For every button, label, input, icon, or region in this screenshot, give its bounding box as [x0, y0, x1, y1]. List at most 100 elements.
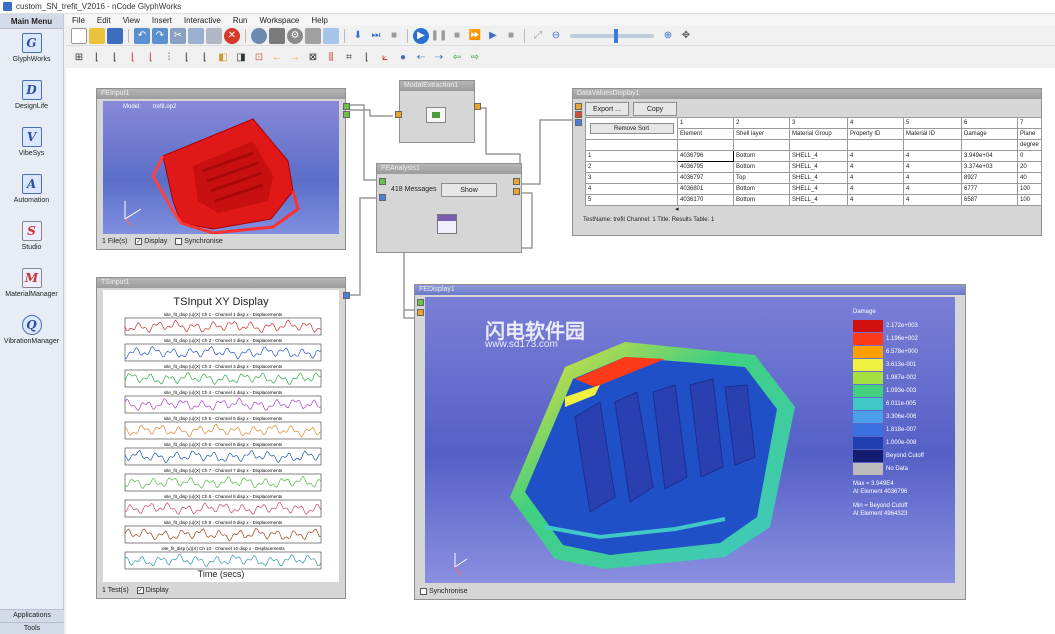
table-cell[interactable]: SHELL_4 — [789, 161, 848, 173]
row-index[interactable]: 2 — [585, 161, 678, 173]
table-cell[interactable]: 4 — [903, 161, 962, 173]
legend-swatch — [853, 410, 883, 423]
table-row[interactable]: 3 4036797 Top SHELL_4 4 4 8927 40 — [585, 172, 1042, 184]
table-cell[interactable]: 4 — [847, 161, 904, 173]
table-cell[interactable]: 100 — [1017, 183, 1042, 195]
xy-multi-trace-chart[interactable]: site_fit_disp (u)(X) Ch 1 - Channel 1 di… — [103, 308, 339, 570]
output-port-orange[interactable] — [474, 103, 481, 110]
column-header[interactable]: Material ID — [903, 128, 962, 140]
table-cell[interactable]: 4 — [847, 172, 904, 184]
table-cell[interactable]: 4 — [903, 172, 962, 184]
column-header[interactable]: Element — [677, 128, 734, 140]
row-index[interactable]: 4 — [585, 183, 678, 195]
synchronise-checkbox[interactable]: Synchronise — [420, 588, 468, 595]
table-cell[interactable]: SHELL_4 — [789, 172, 848, 184]
column-header[interactable]: Damage — [961, 128, 1018, 140]
table-cell[interactable]: Bottom — [733, 161, 790, 173]
display-checkbox[interactable]: ✓ Display — [136, 587, 169, 594]
table-row[interactable]: 4 4036801 Bottom SHELL_4 4 4 6777 100 — [585, 183, 1042, 195]
fe-model-viewport[interactable]: Model: trefit.op2 — [103, 101, 339, 234]
row-index[interactable]: 5 — [585, 194, 678, 206]
input-port-red[interactable] — [575, 111, 582, 118]
axis-z — [454, 566, 462, 576]
legend-entry: 2.172e+003 — [853, 319, 924, 332]
input-port-blue[interactable] — [379, 194, 386, 201]
unit-cell — [789, 139, 848, 151]
output-port-orange[interactable] — [513, 178, 520, 185]
legend-swatch — [853, 423, 883, 436]
checkbox-box[interactable]: ✓ — [135, 238, 143, 245]
input-port-blue[interactable] — [575, 119, 582, 126]
table-cell[interactable]: 4036795 — [677, 161, 734, 173]
legend-swatch — [853, 384, 883, 397]
table-cell[interactable]: 6777 — [961, 183, 1018, 195]
modal-extraction-window[interactable]: ModalExtraction1 — [395, 80, 481, 143]
fe-damage-viewport[interactable]: 闪电软件园 www.sd173.com Damage 2.172e+003 1.1… — [425, 297, 955, 583]
input-port-orange[interactable] — [575, 103, 582, 110]
export-button[interactable]: Export ... — [585, 102, 629, 116]
axis-z — [124, 218, 134, 228]
table-cell[interactable]: 4036796 — [677, 150, 734, 162]
table-cell[interactable]: Bottom — [733, 194, 790, 206]
window-title: TSInput1 — [97, 278, 345, 288]
table-cell[interactable]: Bottom — [733, 183, 790, 195]
table-cell[interactable]: 3.374e+03 — [961, 161, 1018, 173]
table-cell[interactable]: 4036797 — [677, 172, 734, 184]
table-cell[interactable]: 0 — [1017, 150, 1042, 162]
table-cell[interactable]: 8927 — [961, 172, 1018, 184]
synchronise-checkbox[interactable]: Synchronise — [175, 238, 223, 245]
legend-entry: 3.613e-001 — [853, 358, 924, 371]
checkbox-box[interactable] — [175, 238, 183, 245]
table-cell[interactable]: 4 — [847, 150, 904, 162]
table-cell[interactable]: 4 — [847, 183, 904, 195]
show-messages-button[interactable]: Show — [441, 183, 497, 197]
output-port-blue[interactable] — [343, 292, 350, 299]
row-index[interactable]: 1 — [585, 150, 678, 162]
unit-cell — [961, 139, 1018, 151]
fe-display-window[interactable]: FEDisplay1 闪电软件园 www.sd173.com Damage 2.… — [414, 284, 966, 600]
table-cell[interactable]: 100 — [1017, 194, 1042, 206]
ts-input-window[interactable]: TSInput1 TSInput XY Display site_fit_dis… — [96, 277, 350, 599]
xy-display-panel[interactable]: TSInput XY Display site_fit_disp (u)(X) … — [103, 290, 339, 582]
fe-analysis-window[interactable]: FEAnalysis1 418 Messages Show — [376, 163, 522, 253]
table-cell[interactable]: SHELL_4 — [789, 150, 848, 162]
fe-input-window[interactable]: FEInput1 Model: trefit.op2 1 File(s) ✓ Di… — [96, 88, 350, 250]
table-cell[interactable]: 40 — [1017, 172, 1042, 184]
output-port-green[interactable] — [343, 103, 350, 110]
column-header[interactable]: Shell layer — [733, 128, 790, 140]
input-port-orange[interactable] — [417, 309, 424, 316]
unit-cell — [733, 139, 790, 151]
table-cell[interactable]: 4036801 — [677, 183, 734, 195]
table-cell[interactable]: 4 — [847, 194, 904, 206]
output-port-green[interactable] — [343, 111, 350, 118]
checkbox-box[interactable]: ✓ — [136, 587, 144, 594]
column-header[interactable]: Material Group — [789, 128, 848, 140]
table-cell[interactable]: SHELL_4 — [789, 194, 848, 206]
input-port-green[interactable] — [379, 178, 386, 185]
input-port-green[interactable] — [417, 299, 424, 306]
table-cell[interactable]: 20 — [1017, 161, 1042, 173]
table-row[interactable]: 1 4036796 Bottom SHELL_4 4 4 3.949e+04 0 — [585, 150, 1042, 162]
table-cell[interactable]: 4 — [903, 150, 962, 162]
table-cell[interactable]: 4 — [903, 183, 962, 195]
table-cell[interactable]: SHELL_4 — [789, 183, 848, 195]
table-cell[interactable]: 6587 — [961, 194, 1018, 206]
column-header[interactable]: Plane — [1017, 128, 1042, 140]
display-checkbox[interactable]: ✓ Display — [135, 238, 167, 245]
remove-sort-button[interactable]: Remove Sort — [589, 123, 674, 134]
table-cell[interactable]: 3.949e+04 — [961, 150, 1018, 162]
checkbox-box[interactable] — [420, 588, 427, 595]
column-header[interactable]: Property ID — [847, 128, 904, 140]
table-cell[interactable]: 4 — [903, 194, 962, 206]
table-cell[interactable]: 4036170 — [677, 194, 734, 206]
input-port-orange[interactable] — [395, 111, 402, 118]
table-cell[interactable]: Bottom — [733, 150, 790, 162]
copy-button[interactable]: Copy — [633, 102, 677, 116]
scroll-left-icon[interactable]: ◂ — [675, 205, 679, 213]
table-row[interactable]: 2 4036795 Bottom SHELL_4 4 4 3.374e+03 2… — [585, 161, 1042, 173]
table-row[interactable]: 5 4036170 Bottom SHELL_4 4 4 6587 100 — [585, 194, 1042, 206]
table-cell[interactable]: Top — [733, 172, 790, 184]
data-values-table[interactable]: Remove Sort 1 2 3 4 5 6 7 Element Shell … — [585, 117, 1042, 206]
output-port-orange[interactable] — [513, 188, 520, 195]
row-index[interactable]: 3 — [585, 172, 678, 184]
